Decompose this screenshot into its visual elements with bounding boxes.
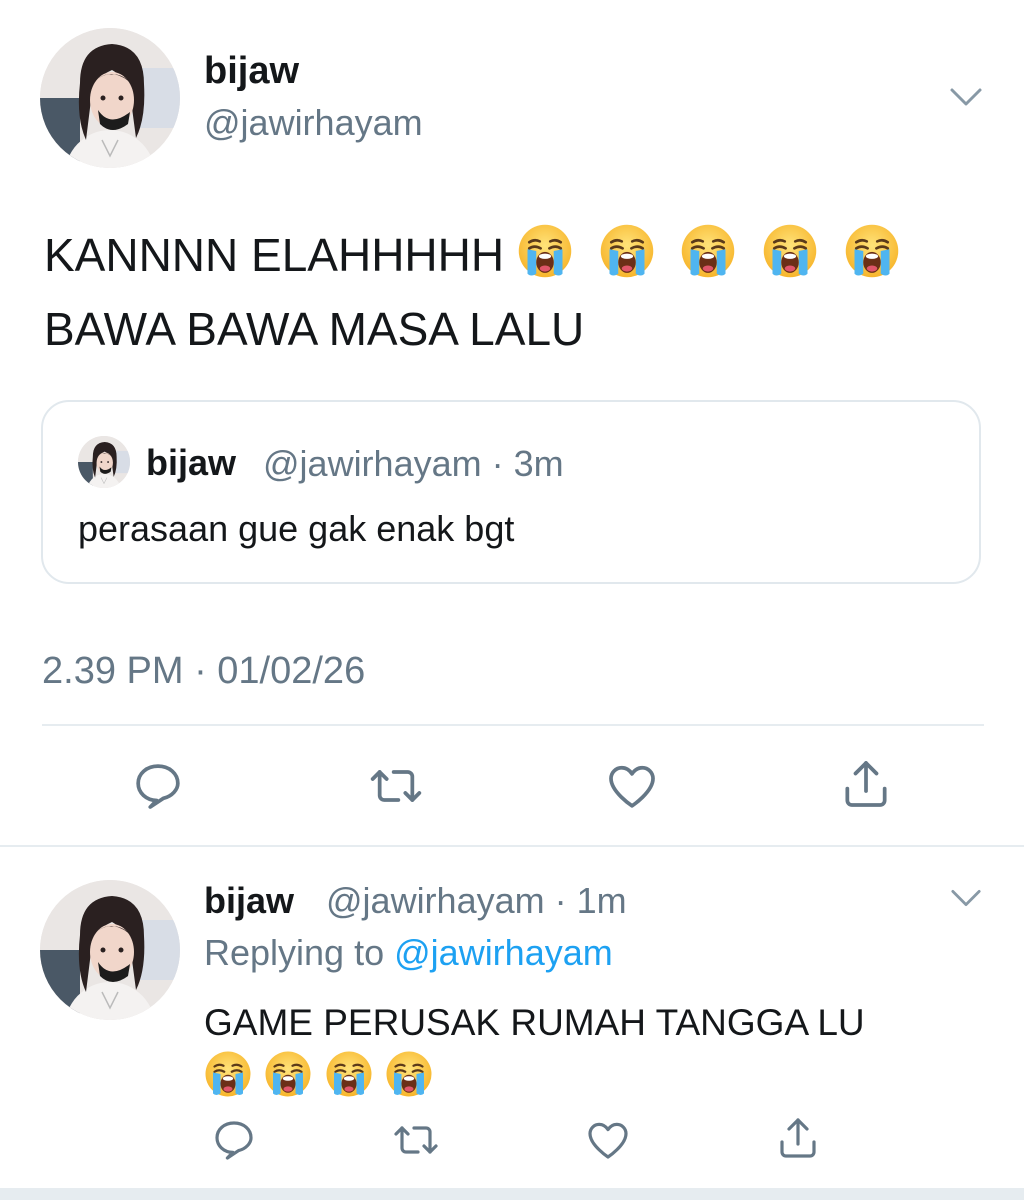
emoji-group [204,1050,433,1098]
tweet-text-line-2: BAWA BAWA MASA LALU [44,303,585,355]
loudly-crying-face-icon [517,223,573,279]
replying-to-handle-link[interactable]: @jawirhayam [394,932,613,973]
reply-avatar[interactable] [40,880,180,1020]
chevron-down-icon[interactable] [944,882,988,914]
author-name[interactable]: bijaw [204,50,299,93]
quoted-author-handle: @jawirhayam [263,443,482,484]
heart-icon[interactable] [584,1116,632,1164]
avatar-image [40,880,180,1020]
replying-prefix: Replying to [204,932,385,973]
retweet-icon[interactable] [392,1116,440,1164]
reply-icon[interactable] [130,758,186,814]
avatar[interactable] [40,28,180,168]
avatar-image [78,436,130,488]
share-icon[interactable] [838,756,894,812]
loudly-crying-face-icon [264,1050,312,1098]
replying-to: Replying to @jawirhayam [204,932,613,974]
retweet-icon[interactable] [368,758,424,814]
heart-icon[interactable] [604,758,660,814]
quoted-author-name: bijaw [146,442,237,483]
chevron-down-icon[interactable] [944,80,988,114]
loudly-crying-face-icon [599,223,655,279]
reply-icon[interactable] [210,1116,258,1164]
divider [0,845,1024,847]
quoted-tweet-card[interactable] [41,400,981,584]
quoted-avatar [78,436,130,488]
emoji-group [504,229,900,281]
loudly-crying-face-icon [844,223,900,279]
reply-time: · 1m [554,880,627,921]
loudly-crying-face-icon [680,223,736,279]
tweet-timestamp[interactable]: 2.39 PM · 01/02/26 [42,650,365,693]
quoted-time: · 3m [491,443,564,484]
reply-text: GAME PERUSAK RUMAH TANGGA LU [204,1002,865,1043]
tweet-text: KANNNN ELAHHHHH BAWA BAWA MASA LALU [44,218,1004,366]
author-handle[interactable]: @jawirhayam [204,102,423,144]
loudly-crying-face-icon [325,1050,373,1098]
reply-author-meta: @jawirhayam · 1m [326,880,627,922]
tweet-text-line-1: KANNNN ELAHHHHH [44,218,1004,292]
bottom-separator [0,1188,1024,1200]
loudly-crying-face-icon [204,1050,252,1098]
loudly-crying-face-icon [762,223,818,279]
quoted-author-meta: @jawirhayam · 3m [263,443,564,485]
avatar-image [40,28,180,168]
quoted-text: perasaan gue gak enak bgt [78,508,515,549]
reply-author-name[interactable]: bijaw [204,880,294,922]
share-icon[interactable] [774,1114,822,1162]
reply-author-handle[interactable]: @jawirhayam [326,880,545,921]
tweet-text-main: KANNNN ELAHHHHH [44,229,505,281]
loudly-crying-face-icon [385,1050,433,1098]
divider [42,724,984,726]
